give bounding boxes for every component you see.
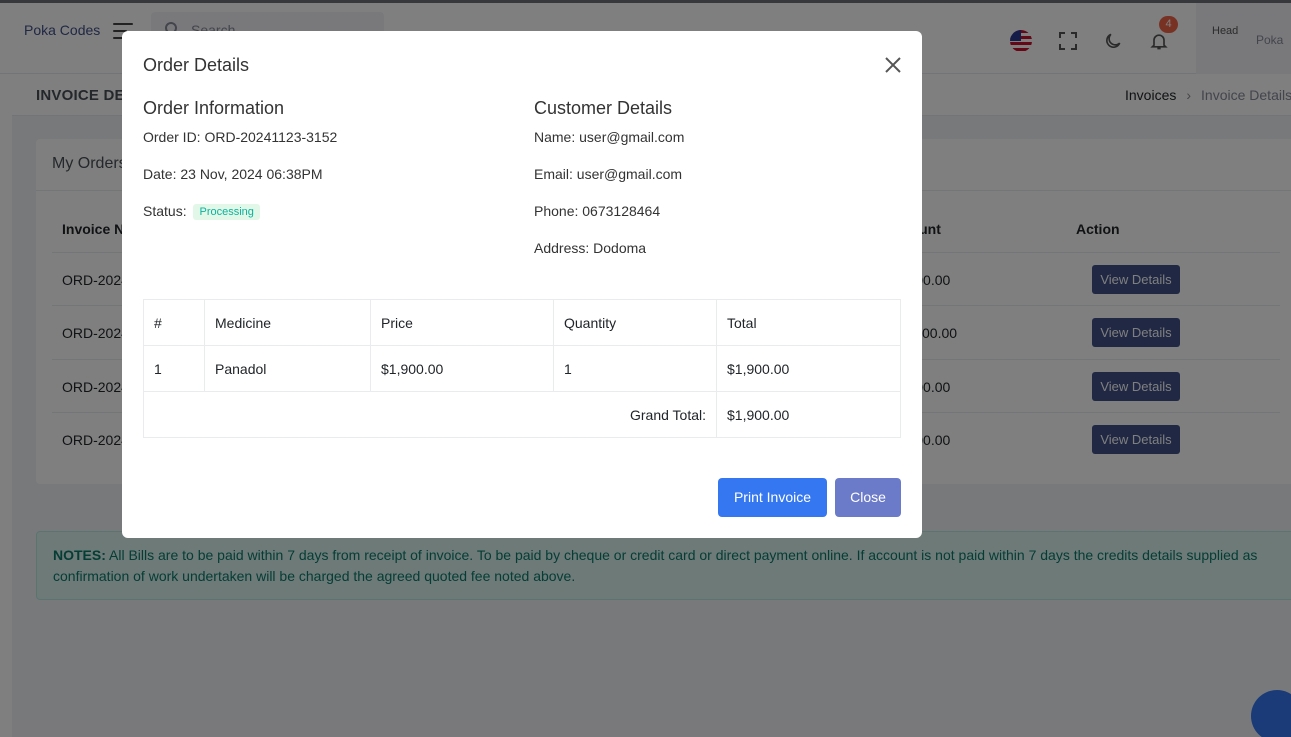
price: $1,900.00	[370, 345, 554, 392]
order-date: Date: 23 Nov, 2024 06:38PM	[143, 166, 323, 182]
column-header-total: Total	[716, 299, 901, 346]
column-header-price: Price	[370, 299, 554, 346]
customer-email: Email: user@gmail.com	[534, 166, 683, 182]
medicine-name: Panadol	[204, 345, 371, 392]
line-total: $1,900.00	[716, 345, 901, 392]
table-row: 1 Panadol $1,900.00 1 $1,900.00	[143, 345, 901, 392]
order-info-heading: Order Information	[143, 98, 285, 118]
status-label: Status:	[143, 203, 187, 219]
customer-heading: Customer Details	[534, 98, 673, 118]
modal-title: Order Details	[143, 55, 250, 75]
close-button[interactable]: Close	[835, 478, 901, 517]
print-invoice-button[interactable]: Print Invoice	[718, 478, 827, 517]
order-items-table: # Medicine Price Quantity Total 1 Panado…	[143, 299, 901, 438]
column-header-medicine: Medicine	[204, 299, 371, 346]
customer-phone: Phone: 0673128464	[534, 203, 661, 219]
order-status: Status: Processing	[143, 203, 260, 220]
table-header-row: # Medicine Price Quantity Total	[143, 299, 901, 346]
close-icon[interactable]	[884, 56, 902, 74]
order-id: Order ID: ORD-20241123-3152	[143, 129, 338, 145]
order-details-modal: Order Details Order Information Order ID…	[122, 31, 922, 538]
status-badge: Processing	[193, 204, 260, 220]
column-header-quantity: Quantity	[553, 299, 717, 346]
grand-total-row: Grand Total: $1,900.00	[143, 391, 901, 438]
customer-name: Name: user@gmail.com	[534, 129, 685, 145]
grand-total-value: $1,900.00	[716, 391, 901, 438]
quantity: 1	[553, 345, 717, 392]
grand-total-label: Grand Total:	[143, 391, 717, 438]
column-header-number: #	[143, 299, 205, 346]
row-number: 1	[143, 345, 205, 392]
customer-address: Address: Dodoma	[534, 240, 647, 256]
